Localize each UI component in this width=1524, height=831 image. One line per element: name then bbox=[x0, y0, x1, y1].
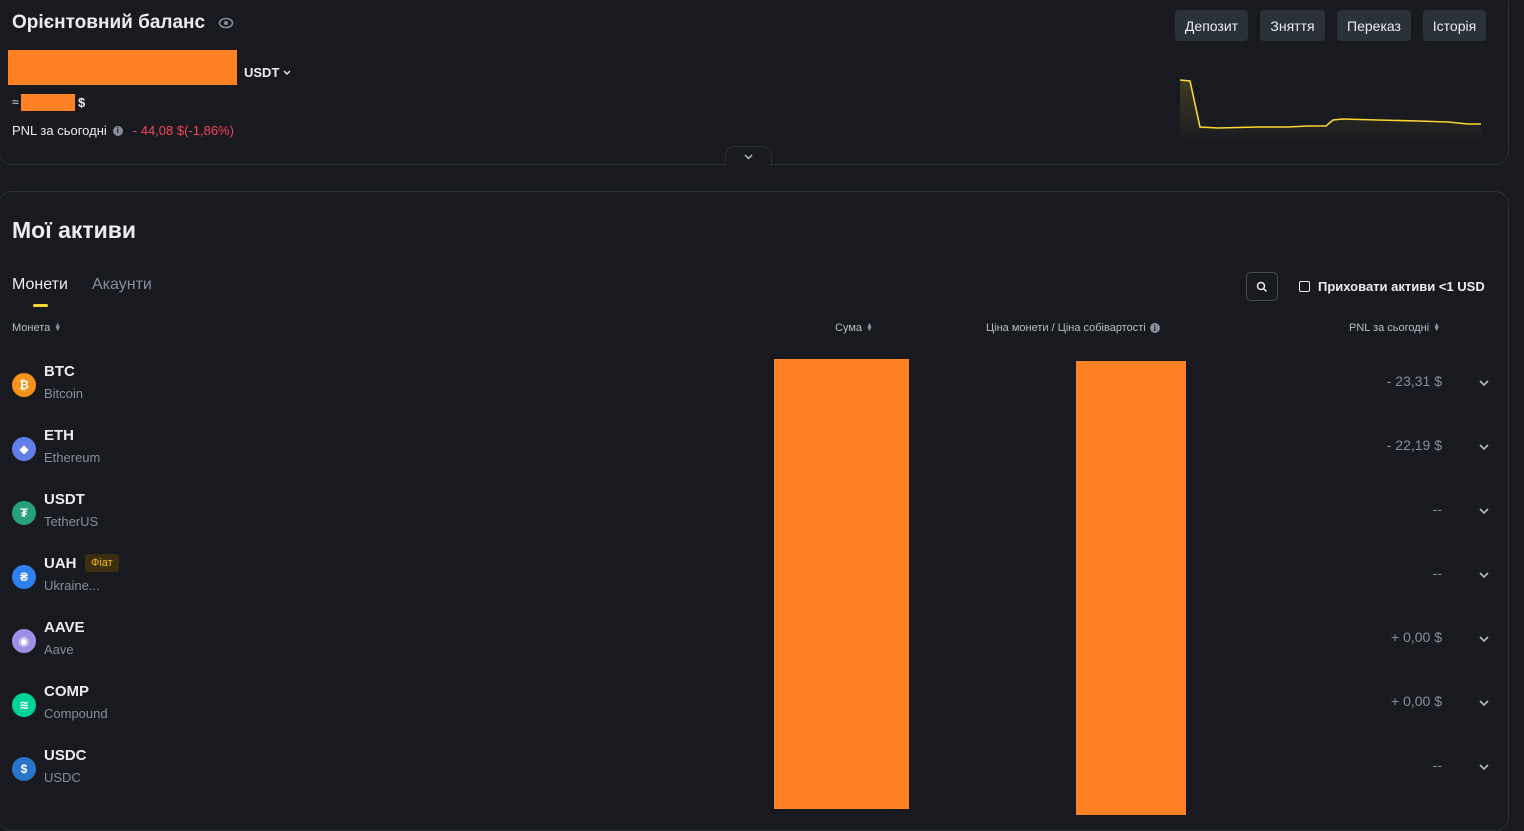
aave-icon: ◉ bbox=[12, 629, 36, 653]
coin-symbol: COMP bbox=[44, 683, 89, 700]
expand-toggle[interactable] bbox=[725, 146, 772, 166]
balance-sparkline bbox=[1179, 79, 1481, 142]
active-tab-indicator bbox=[33, 304, 48, 307]
column-header-price: Ціна монети / Ціна собівартості i bbox=[986, 322, 1160, 334]
search-button[interactable] bbox=[1246, 272, 1278, 301]
withdraw-button[interactable]: Зняття bbox=[1260, 10, 1325, 41]
coin-name: Ukraine... bbox=[44, 578, 100, 593]
balance-title: Орієнтовний баланс bbox=[12, 12, 206, 33]
coin-pnl: + 0,00 $ bbox=[1391, 629, 1442, 645]
chevron-down-icon bbox=[744, 153, 753, 160]
coin-name: Ethereum bbox=[44, 450, 101, 465]
coin-pnl: -- bbox=[1432, 757, 1442, 773]
asset-row-btc[interactable]: ₿ BTC Bitcoin - 23,31 $ bbox=[0, 360, 1510, 424]
approx-sign: ≈ bbox=[12, 95, 19, 109]
coin-symbol: ETH bbox=[44, 427, 74, 444]
redacted-amount-column bbox=[774, 359, 909, 809]
coin-pnl: -- bbox=[1432, 565, 1442, 581]
pnl-today-label: PNL за сьогодні bbox=[12, 123, 107, 138]
sort-icon: ▲ ▼ bbox=[1433, 322, 1441, 333]
coin-symbol: AAVE bbox=[44, 619, 85, 636]
column-header-price-label: Ціна монети / Ціна собівартості bbox=[986, 322, 1146, 334]
tab-coins[interactable]: Монети bbox=[12, 276, 68, 294]
coin-pnl: + 0,00 $ bbox=[1391, 693, 1442, 709]
hide-small-assets-label: Приховати активи <1 USD bbox=[1318, 279, 1485, 294]
usdc-icon: $ bbox=[12, 757, 36, 781]
asset-row-usdc[interactable]: $ USDC USDC -- bbox=[0, 744, 1510, 808]
tether-icon: ₮ bbox=[12, 501, 36, 525]
asset-row-comp[interactable]: ≋ COMP Compound + 0,00 $ bbox=[0, 680, 1510, 744]
info-icon[interactable]: i bbox=[1149, 323, 1160, 333]
column-header-amount[interactable]: Сума ▲ ▼ bbox=[835, 322, 873, 334]
history-button[interactable]: Історія bbox=[1423, 10, 1486, 41]
coin-name: Compound bbox=[44, 706, 108, 721]
info-icon[interactable]: i bbox=[112, 125, 123, 136]
chevron-down-icon[interactable] bbox=[1478, 633, 1490, 645]
pnl-today-row: PNL за сьогодні i - 44,08 $(-1,86%) bbox=[12, 123, 234, 138]
chevron-down-icon[interactable] bbox=[1478, 377, 1490, 389]
compound-icon: ≋ bbox=[12, 693, 36, 717]
coin-pnl: - 23,31 $ bbox=[1386, 373, 1442, 389]
column-header-amount-label: Сума bbox=[835, 322, 863, 334]
sort-icon: ▲ ▼ bbox=[54, 322, 62, 333]
redacted-balance-amount bbox=[8, 50, 237, 85]
coin-symbol: USDC bbox=[44, 747, 87, 764]
asset-row-eth[interactable]: ◆ ETH Ethereum - 22,19 $ bbox=[0, 424, 1510, 488]
coin-name: TetherUS bbox=[44, 514, 99, 529]
bitcoin-icon: ₿ bbox=[12, 373, 36, 397]
chevron-down-icon[interactable] bbox=[1478, 441, 1490, 453]
column-header-coin-label: Монета bbox=[12, 322, 51, 334]
currency-label: USDT bbox=[244, 65, 280, 80]
transfer-button[interactable]: Переказ bbox=[1337, 10, 1411, 41]
pnl-today-value: - 44,08 $(-1,86%) bbox=[132, 123, 234, 138]
fiat-badge: Фіат bbox=[85, 554, 119, 572]
column-header-coin[interactable]: Монета ▲ ▼ bbox=[12, 322, 61, 334]
coin-symbol: USDT bbox=[44, 491, 85, 508]
coin-pnl: - 22,19 $ bbox=[1386, 437, 1442, 453]
tab-accounts[interactable]: Акаунти bbox=[92, 276, 152, 294]
coin-pnl: -- bbox=[1432, 501, 1442, 517]
assets-title: Мої активи bbox=[12, 217, 137, 243]
redacted-price-column bbox=[1076, 361, 1186, 815]
coin-name: Bitcoin bbox=[44, 386, 84, 401]
chevron-down-icon[interactable] bbox=[1478, 761, 1490, 773]
search-icon bbox=[1256, 281, 1268, 292]
sort-icon: ▲ ▼ bbox=[866, 322, 873, 333]
asset-row-aave[interactable]: ◉ AAVE Aave + 0,00 $ bbox=[0, 616, 1510, 680]
coin-name: USDC bbox=[44, 770, 81, 785]
chevron-down-icon[interactable] bbox=[1478, 697, 1490, 709]
currency-select[interactable]: USDT bbox=[244, 65, 291, 80]
chevron-down-icon[interactable] bbox=[1478, 505, 1490, 517]
deposit-button[interactable]: Депозит bbox=[1175, 10, 1248, 41]
usd-sign: $ bbox=[78, 95, 86, 110]
ethereum-icon: ◆ bbox=[12, 437, 36, 461]
eye-icon[interactable] bbox=[218, 16, 234, 30]
coin-symbol: UAH bbox=[44, 555, 77, 572]
column-header-pnl-label: PNL за сьогодні bbox=[1349, 322, 1430, 334]
chevron-down-icon bbox=[283, 70, 291, 75]
chevron-down-icon[interactable] bbox=[1478, 569, 1490, 581]
coin-name: Aave bbox=[44, 642, 74, 657]
asset-row-usdt[interactable]: ₮ USDT TetherUS -- bbox=[0, 488, 1510, 552]
column-header-pnl[interactable]: PNL за сьогодні ▲ ▼ bbox=[1349, 322, 1440, 334]
hide-small-assets-checkbox[interactable]: Приховати активи <1 USD bbox=[1299, 279, 1485, 294]
coin-symbol: BTC bbox=[44, 363, 75, 380]
asset-row-uah[interactable]: ₴ UAH Фіат Ukraine... -- bbox=[0, 552, 1510, 616]
redacted-usd-amount bbox=[21, 94, 75, 111]
checkbox-box[interactable] bbox=[1299, 281, 1310, 292]
hryvnia-icon: ₴ bbox=[12, 565, 36, 589]
